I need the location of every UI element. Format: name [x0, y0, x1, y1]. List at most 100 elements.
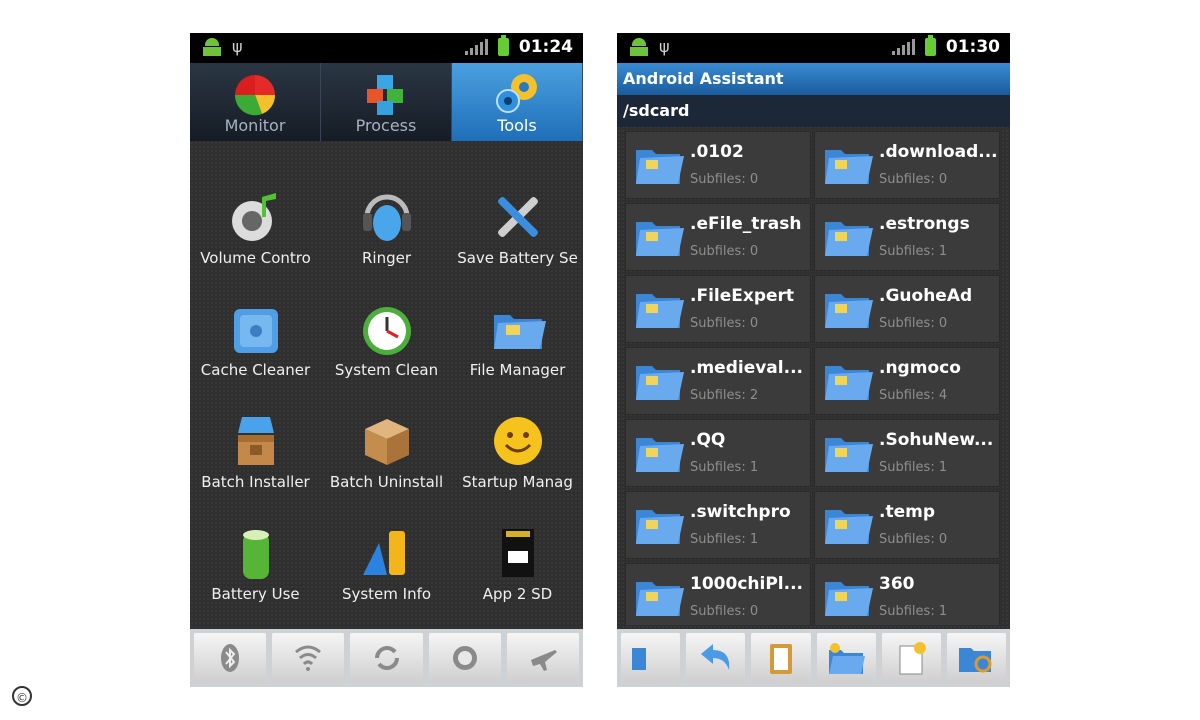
folder-icon [493, 315, 546, 349]
back-button[interactable] [686, 633, 746, 683]
folder-icon [825, 294, 873, 328]
folder-icon [636, 294, 684, 328]
tool-batch-installer[interactable]: Batch Installer [190, 391, 321, 503]
tool-batch-uninstall[interactable]: Batch Uninstall [321, 391, 452, 503]
phone-screen-file-browser: ψ 01:30 Android Assistant /sdcard .0102 S… [617, 33, 1010, 687]
file-item[interactable]: .estrongs Subfiles: 1 [814, 203, 1000, 271]
file-item[interactable]: .download... Subfiles: 0 [814, 131, 1000, 199]
file-subcount: Subfiles: 4 [879, 388, 948, 403]
file-name: 1000chiPl... [690, 574, 803, 594]
new-folder-button[interactable] [816, 633, 876, 683]
file-item[interactable]: .eFile_trash Subfiles: 0 [625, 203, 811, 271]
tool-label: App 2 SD [482, 585, 553, 603]
airplane-toggle[interactable] [506, 633, 580, 683]
wifi-icon [295, 645, 322, 671]
tool-label: Save Battery Se [457, 249, 578, 267]
box-icon [364, 419, 409, 465]
folder-icon [636, 222, 684, 256]
file-subcount: Subfiles: 0 [690, 604, 759, 619]
gps-toggle[interactable] [428, 633, 501, 683]
back-arrow-icon [700, 644, 729, 670]
clipboard-icon [769, 644, 792, 674]
signal-icon [891, 39, 915, 55]
toolbar-partial-button[interactable] [621, 633, 681, 683]
bluetooth-toggle[interactable] [194, 633, 267, 683]
tool-save-battery[interactable]: Save Battery Se [452, 167, 583, 279]
pie-chart-icon [234, 75, 276, 116]
folder-icon [825, 366, 873, 400]
tools-grid: Volume Contro Ringer Save Battery Se Cac… [190, 167, 583, 627]
paste-button[interactable] [751, 633, 811, 683]
folder-icon [825, 438, 873, 472]
new-file-button[interactable] [881, 633, 941, 683]
file-item[interactable]: .temp Subfiles: 0 [814, 491, 1000, 559]
file-name: .0102 [690, 142, 744, 162]
file-item[interactable]: .SohuNew... Subfiles: 1 [814, 419, 1000, 487]
wrench-screwdriver-icon [497, 197, 538, 237]
tool-ringer[interactable]: Ringer [321, 167, 452, 279]
tool-file-manager[interactable]: File Manager [452, 279, 583, 391]
volume-control-icon [231, 193, 276, 241]
file-name: .medieval... [690, 358, 803, 378]
app-title: Android Assistant [617, 63, 1010, 95]
new-folder-icon [829, 643, 866, 674]
file-item[interactable]: .switchpro Subfiles: 1 [625, 491, 811, 559]
tool-system-clean[interactable]: System Clean [321, 279, 452, 391]
file-subcount: Subfiles: 2 [690, 388, 759, 403]
copyright-mark: © [12, 686, 32, 706]
tool-label: System Clean [334, 361, 439, 379]
file-item[interactable]: 1000chiPl... Subfiles: 0 [625, 563, 811, 625]
tool-label: Startup Manag [462, 473, 573, 491]
android-notification-icon [629, 38, 649, 56]
folder-icon [636, 150, 684, 184]
file-grid: .0102 Subfiles: 0 .download... Subfiles: 0.… [625, 131, 1003, 625]
tab-bar: Monitor Process Tools [190, 63, 583, 141]
sd-card-icon [501, 529, 534, 577]
battery-status-icon [497, 35, 509, 56]
file-subcount: Subfiles: 0 [879, 316, 948, 331]
file-item[interactable]: .0102 Subfiles: 0 [625, 131, 811, 199]
file-item[interactable]: .FileExpert Subfiles: 0 [625, 275, 811, 343]
battery-status-icon [924, 35, 936, 56]
usb-icon: ψ [659, 37, 670, 56]
tab-monitor[interactable]: Monitor [190, 63, 321, 141]
file-name: 360 [879, 574, 915, 594]
file-subcount: Subfiles: 1 [879, 604, 948, 619]
phone-screen-tools: ψ 01:24 Monitor Process Tools Volume Con… [190, 33, 583, 687]
sync-toggle[interactable] [350, 633, 423, 683]
signal-icon [464, 39, 488, 55]
tool-cache-cleaner[interactable]: Cache Cleaner [190, 279, 321, 391]
tool-volume-control[interactable]: Volume Contro [190, 167, 321, 279]
file-subcount: Subfiles: 1 [879, 460, 948, 475]
tool-label: System Info [341, 585, 432, 603]
tool-app-2-sd[interactable]: App 2 SD [452, 503, 583, 615]
tool-startup-manager[interactable]: Startup Manag [452, 391, 583, 503]
file-toolbar [617, 629, 1010, 687]
status-time: 01:30 [945, 37, 1000, 57]
folder-icon [636, 510, 684, 544]
system-info-icon [362, 531, 405, 575]
tab-tools[interactable]: Tools [452, 63, 583, 141]
status-bar: ψ 01:30 [617, 33, 1010, 63]
tool-system-info[interactable]: System Info [321, 503, 452, 615]
tab-process[interactable]: Process [321, 63, 452, 141]
wifi-toggle[interactable] [272, 633, 345, 683]
tool-label: Cache Cleaner [200, 361, 311, 379]
file-item[interactable]: .ngmoco Subfiles: 4 [814, 347, 1000, 415]
file-item[interactable]: .medieval... Subfiles: 2 [625, 347, 811, 415]
current-path: /sdcard [617, 95, 1010, 127]
file-item[interactable]: 360 Subfiles: 1 [814, 563, 1000, 625]
file-item[interactable]: .GuoheAd Subfiles: 0 [814, 275, 1000, 343]
file-name: .ngmoco [879, 358, 961, 378]
batch-installer-icon [237, 417, 274, 465]
new-file-icon [899, 642, 927, 675]
file-subcount: Subfiles: 1 [690, 532, 759, 547]
toggle-bar [190, 629, 583, 687]
tool-battery-use[interactable]: Battery Use [190, 503, 321, 615]
gears-icon [496, 74, 537, 113]
file-item[interactable]: .QQ Subfiles: 1 [625, 419, 811, 487]
file-name: .eFile_trash [690, 214, 802, 234]
file-name: .switchpro [690, 502, 791, 522]
cubes-icon [367, 75, 403, 115]
search-button[interactable] [946, 633, 1007, 683]
